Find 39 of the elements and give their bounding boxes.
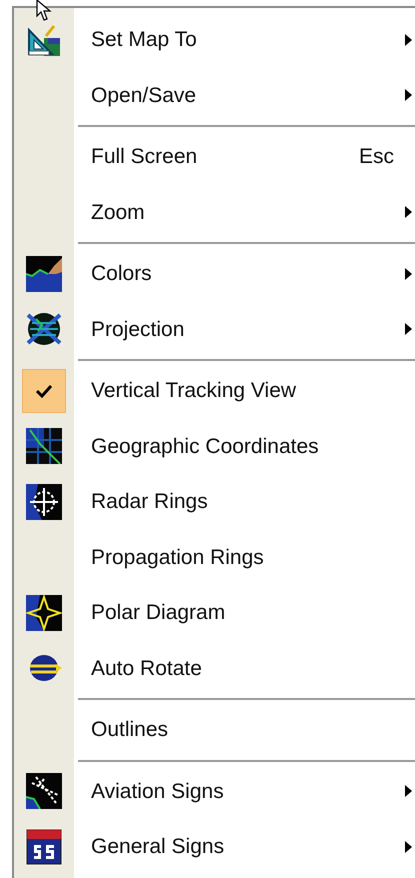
menu-item[interactable]: Zoom [14,184,415,240]
menu-item[interactable]: Full Screen Esc [14,129,415,184]
grid-map-icon [26,428,62,464]
menu-item-label: Open/Save [91,82,196,108]
menu-item-label: Zoom [91,200,145,226]
menu-item[interactable]: Aviation Signs [14,764,415,819]
menu-item-label: Set Map To [91,27,197,53]
highway-shield-icon [26,828,62,865]
menu-item-label: Colors [91,261,152,287]
menu-item[interactable]: Projection [14,302,415,357]
menu-item[interactable]: Radar Rings [14,474,415,530]
star-diagram-icon [26,594,62,631]
menu-item[interactable]: Colors [14,246,415,302]
menu-item-label: Vertical Tracking View [91,378,296,404]
menu-item[interactable]: Geographic Coordinates [14,418,415,474]
menu-item-label: Geographic Coordinates [91,434,319,460]
menu-item-label: Aviation Signs [91,778,224,804]
runway-map-icon [26,773,62,810]
terrain-colors-icon [26,256,62,292]
globe-projection-icon [26,311,62,348]
menu-item[interactable]: Polar Diagram [14,585,415,640]
menu-item-label: Polar Diagram [91,600,226,626]
menu-item-label: Radar Rings [91,489,208,515]
menu-item[interactable]: Outlines [14,702,415,758]
menu-item[interactable]: Propagation Rings [14,530,415,585]
crosshair-rings-icon [26,484,62,520]
menu-item-label: General Signs [91,834,224,860]
menu-item[interactable]: Auto Rotate [14,640,415,696]
menu-item-label: Propagation Rings [91,544,264,570]
menu-item-label: Projection [91,316,184,342]
menu-item[interactable]: Vertical Tracking View [14,363,415,418]
menu-item[interactable]: General Signs [14,819,415,874]
menu-item-label: Auto Rotate [91,656,202,682]
menu-item-label: Outlines [91,717,168,743]
shortcut-text: Esc [358,144,394,170]
menu-item[interactable]: Set Map To [14,12,415,68]
menu-item-label: Full Screen [91,144,198,170]
menu-item[interactable]: Open/Save [14,68,415,123]
checkmark-icon [36,384,52,398]
